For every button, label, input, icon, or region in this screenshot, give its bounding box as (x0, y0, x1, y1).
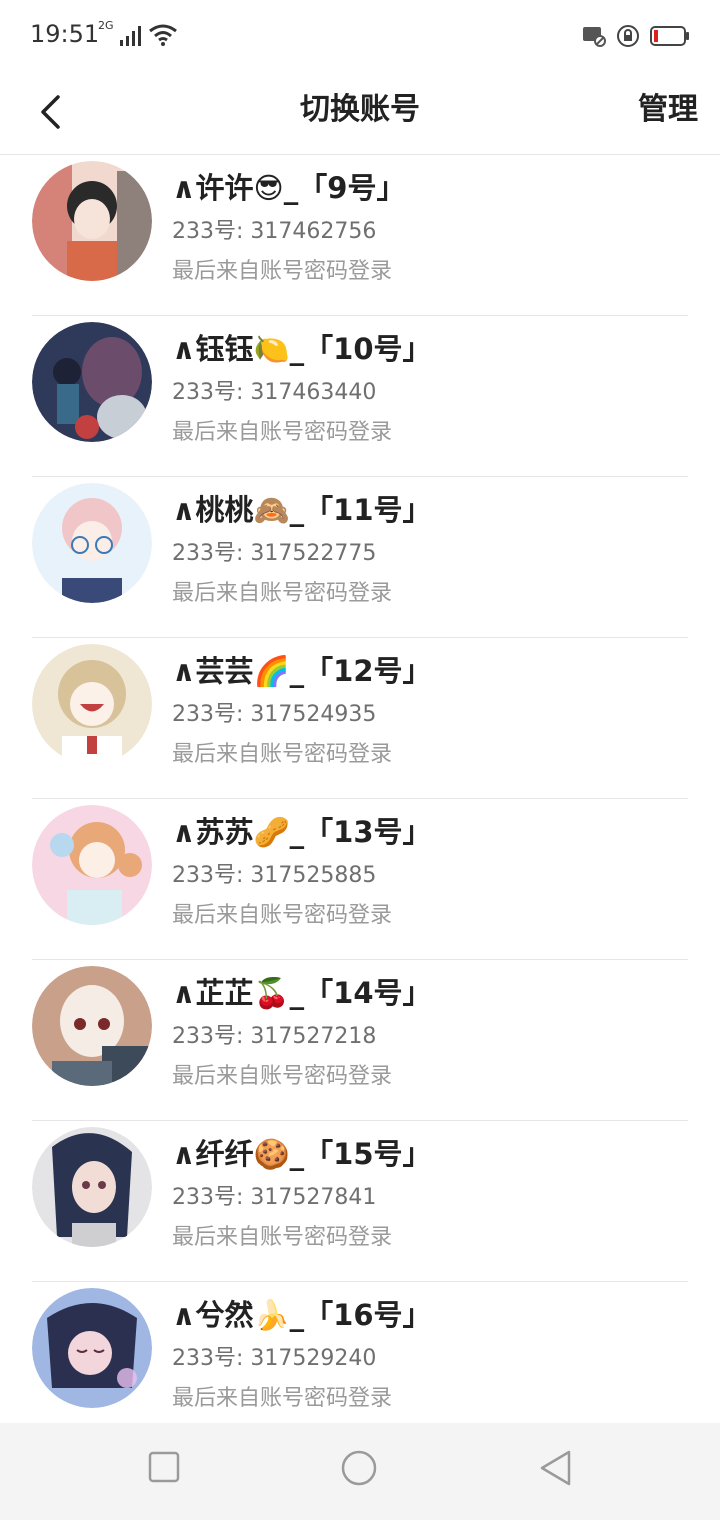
avatar (32, 1288, 152, 1408)
signal-icon (119, 26, 141, 46)
login-source: 最后来自账号密码登录 (172, 259, 393, 284)
login-source: 最后来自账号密码登录 (172, 1064, 393, 1089)
avatar (32, 1127, 152, 1247)
battery-icon (650, 26, 689, 46)
account-row[interactable]: ∧桃桃🙈_「11号」 233号: 317522775 最后来自账号密码登录 (0, 477, 720, 638)
account-id: 233号: 317524935 (172, 702, 377, 727)
login-source: 最后来自账号密码登录 (172, 1386, 393, 1411)
home-icon[interactable] (340, 1449, 378, 1487)
account-id: 233号: 317527841 (172, 1185, 377, 1210)
avatar (32, 966, 152, 1086)
back-triangle-icon[interactable] (538, 1449, 574, 1487)
header: 切换账号 管理 (0, 72, 720, 155)
rotation-lock-icon (617, 25, 639, 47)
account-row[interactable]: ∧苏苏🥜_「13号」 233号: 317525885 最后来自账号密码登录 (0, 799, 720, 960)
account-name: ∧纤纤🍪_「15号」 (172, 1137, 432, 1171)
recents-icon[interactable] (148, 1451, 180, 1483)
account-name: ∧钰钰🍋_「10号」 (172, 332, 432, 366)
login-source: 最后来自账号密码登录 (172, 1225, 393, 1250)
account-id: 233号: 317463440 (172, 380, 377, 405)
cast-blocked-icon (583, 27, 606, 47)
account-name: ∧许许😎_「9号」 (172, 171, 406, 205)
account-name: ∧兮然🍌_「16号」 (172, 1298, 432, 1332)
avatar (32, 161, 152, 281)
network-type-label: 2G (98, 19, 114, 32)
account-id: 233号: 317525885 (172, 863, 377, 888)
wifi-icon (148, 24, 177, 46)
avatar (32, 322, 152, 442)
account-row[interactable]: ∧钰钰🍋_「10号」 233号: 317463440 最后来自账号密码登录 (0, 316, 720, 477)
login-source: 最后来自账号密码登录 (172, 742, 393, 767)
manage-button[interactable]: 管理 (638, 84, 698, 128)
account-row[interactable]: ∧纤纤🍪_「15号」 233号: 317527841 最后来自账号密码登录 (0, 1121, 720, 1282)
avatar (32, 805, 152, 925)
system-navigation-bar (0, 1423, 720, 1520)
status-bar: 19:51 2G (0, 0, 720, 72)
avatar (32, 644, 152, 764)
account-id: 233号: 317462756 (172, 219, 377, 244)
account-name: ∧苏苏🥜_「13号」 (172, 815, 432, 849)
account-row[interactable]: ∧许许😎_「9号」 233号: 317462756 最后来自账号密码登录 (0, 155, 720, 316)
account-row[interactable]: ∧芸芸🌈_「12号」 233号: 317524935 最后来自账号密码登录 (0, 638, 720, 799)
login-source: 最后来自账号密码登录 (172, 420, 393, 445)
account-list: ∧许许😎_「9号」 233号: 317462756 最后来自账号密码登录 ∧钰钰… (0, 155, 720, 1423)
avatar (32, 483, 152, 603)
login-source: 最后来自账号密码登录 (172, 581, 393, 606)
account-name: ∧芸芸🌈_「12号」 (172, 654, 432, 688)
system-indicators (582, 24, 690, 48)
account-row[interactable]: ∧芷芷🍒_「14号」 233号: 317527218 最后来自账号密码登录 (0, 960, 720, 1121)
account-id: 233号: 317529240 (172, 1346, 377, 1371)
account-row[interactable]: ∧兮然🍌_「16号」 233号: 317529240 最后来自账号密码登录 (0, 1282, 720, 1423)
page-title: 切换账号 (300, 92, 420, 127)
account-name: ∧芷芷🍒_「14号」 (172, 976, 432, 1010)
account-name: ∧桃桃🙈_「11号」 (172, 493, 432, 527)
account-id: 233号: 317522775 (172, 541, 377, 566)
account-id: 233号: 317527218 (172, 1024, 377, 1049)
login-source: 最后来自账号密码登录 (172, 903, 393, 928)
network-indicators: 2G (98, 19, 178, 46)
status-time: 19:51 (30, 20, 100, 48)
